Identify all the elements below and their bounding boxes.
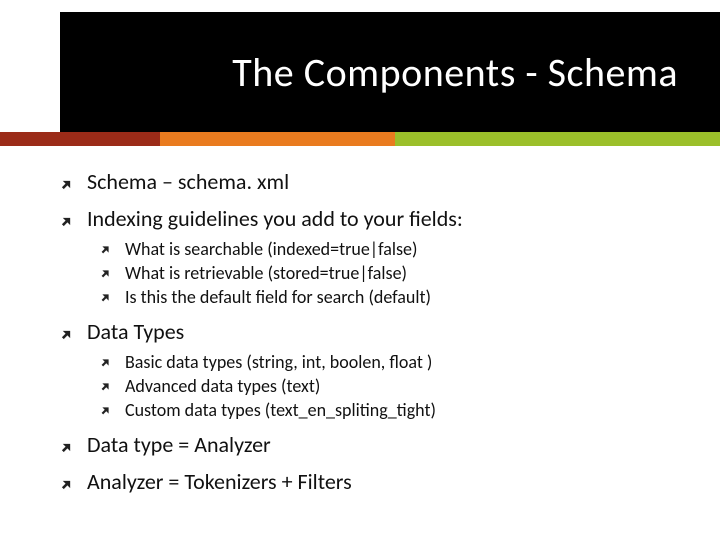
sub-bullet-text: What is searchable (indexed=true|false) [125, 238, 417, 260]
arrow-icon [60, 328, 73, 345]
list-item: Indexing guidelines you add to your fiel… [60, 205, 680, 308]
sub-bullet-list: Basic data types (string, int, boolen, f… [100, 351, 680, 421]
arrow-icon [60, 478, 73, 495]
sub-bullet-text: Advanced data types (text) [125, 375, 320, 397]
header-bar: The Components - Schema [60, 12, 720, 132]
list-item: Basic data types (string, int, boolen, f… [100, 351, 680, 373]
bullet-text: Data type = Analyzer [87, 431, 271, 458]
bullet-text: Data Types [87, 318, 184, 345]
list-item: Advanced data types (text) [100, 375, 680, 397]
arrow-icon [100, 379, 111, 396]
arrow-icon [60, 178, 73, 195]
list-item: Data Types Basic data types (string, int… [60, 318, 680, 421]
stripe-red [0, 132, 160, 146]
stripe-orange [160, 132, 395, 146]
list-item: What is retrievable (stored=true|false) [100, 262, 680, 284]
sub-bullet-list: What is searchable (indexed=true|false) … [100, 238, 680, 308]
sub-bullet-text: What is retrievable (stored=true|false) [125, 262, 407, 284]
accent-stripe [0, 132, 720, 146]
arrow-icon [60, 441, 73, 458]
slide: The Components - Schema Schema – schema.… [0, 0, 720, 540]
list-item: What is searchable (indexed=true|false) [100, 238, 680, 260]
bullet-text: Analyzer = Tokenizers + Filters [87, 468, 352, 495]
arrow-icon [100, 355, 111, 372]
arrow-icon [100, 403, 111, 420]
list-item: Is this the default field for search (de… [100, 286, 680, 308]
list-item: Analyzer = Tokenizers + Filters [60, 468, 680, 495]
arrow-icon [60, 215, 73, 232]
arrow-icon [100, 290, 111, 307]
list-item: Custom data types (text_en_spliting_tigh… [100, 399, 680, 421]
list-item: Data type = Analyzer [60, 431, 680, 458]
bullet-list: Schema – schema. xml Indexing guidelines… [60, 168, 680, 495]
slide-title: The Components - Schema [232, 48, 678, 97]
stripe-green [395, 132, 720, 146]
arrow-icon [100, 242, 111, 259]
content-area: Schema – schema. xml Indexing guidelines… [60, 158, 680, 501]
bullet-text: Indexing guidelines you add to your fiel… [87, 205, 463, 232]
sub-bullet-text: Basic data types (string, int, boolen, f… [125, 351, 432, 373]
bullet-text: Schema – schema. xml [87, 168, 289, 195]
sub-bullet-text: Custom data types (text_en_spliting_tigh… [125, 399, 436, 421]
arrow-icon [100, 266, 111, 283]
list-item: Schema – schema. xml [60, 168, 680, 195]
sub-bullet-text: Is this the default field for search (de… [125, 286, 431, 308]
